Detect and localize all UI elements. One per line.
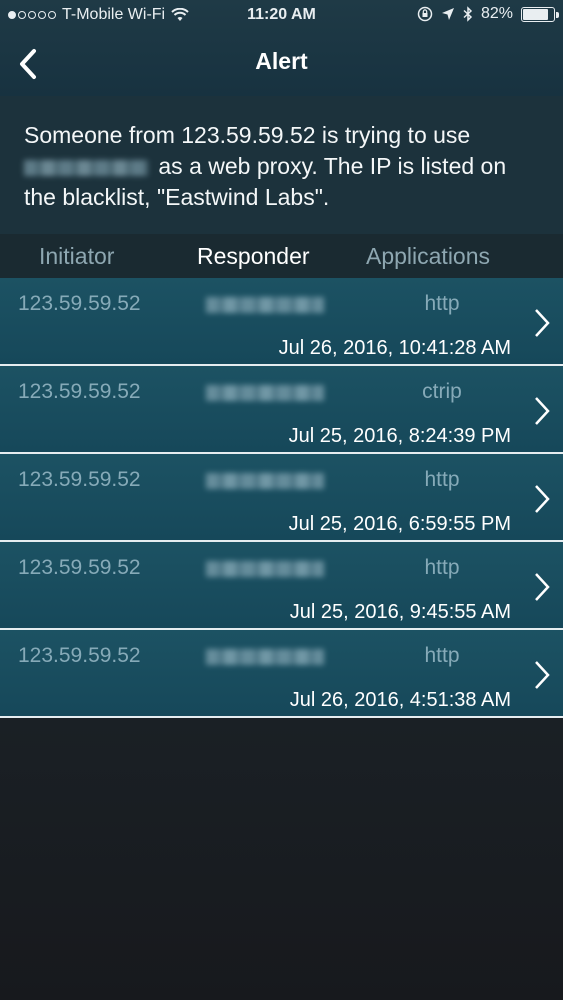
header: T-Mobile Wi-Fi 11:20 AM 82% Alert xyxy=(0,0,563,96)
row-responder-redacted xyxy=(206,473,324,489)
row-initiator: 123.59.59.52 xyxy=(18,380,141,403)
row-date: Jul 25, 2016, 9:45:55 AM xyxy=(289,601,511,623)
column-responder[interactable]: Responder xyxy=(197,243,310,270)
chevron-right-icon xyxy=(535,573,550,601)
row-initiator: 123.59.59.52 xyxy=(18,644,141,667)
table-row[interactable]: 123.59.59.52 http Jul 25, 2016, 9:45:55 … xyxy=(0,542,563,630)
table-row[interactable]: 123.59.59.52 http Jul 26, 2016, 4:51:38 … xyxy=(0,630,563,718)
status-bar: T-Mobile Wi-Fi 11:20 AM 82% xyxy=(0,0,563,32)
column-headers: Initiator Responder Applications xyxy=(0,234,563,278)
page-title: Alert xyxy=(255,48,308,74)
battery-percent: 82% xyxy=(480,5,513,22)
column-applications[interactable]: Applications xyxy=(366,243,490,270)
alert-message-line1: Someone from 123.59.59.52 is trying to u… xyxy=(24,122,471,148)
row-date: Jul 25, 2016, 8:24:39 PM xyxy=(288,425,511,447)
status-right: 82% xyxy=(417,5,559,23)
row-initiator: 123.59.59.52 xyxy=(18,292,141,315)
row-initiator: 123.59.59.52 xyxy=(18,468,141,491)
redacted-ip xyxy=(24,159,148,176)
table-row[interactable]: 123.59.59.52 ctrip Jul 25, 2016, 8:24:39… xyxy=(0,366,563,454)
battery-level xyxy=(523,8,548,20)
alert-message: Someone from 123.59.59.52 is trying to u… xyxy=(0,96,563,234)
chevron-right-icon xyxy=(535,485,550,513)
row-application: ctrip xyxy=(422,380,462,403)
alert-list: 123.59.59.52 http Jul 26, 2016, 10:41:28… xyxy=(0,278,563,718)
table-row[interactable]: 123.59.59.52 http Jul 25, 2016, 6:59:55 … xyxy=(0,454,563,542)
table-row[interactable]: 123.59.59.52 http Jul 26, 2016, 10:41:28… xyxy=(0,278,563,366)
row-application: http xyxy=(424,468,460,491)
chevron-right-icon xyxy=(535,397,550,425)
row-responder-redacted xyxy=(206,297,324,313)
location-icon xyxy=(441,8,454,20)
row-responder-redacted xyxy=(206,649,324,665)
row-date: Jul 25, 2016, 6:59:55 PM xyxy=(288,513,511,535)
chevron-right-icon xyxy=(535,661,550,689)
row-responder-redacted xyxy=(206,561,324,577)
row-date: Jul 26, 2016, 4:51:38 AM xyxy=(289,689,511,711)
row-application: http xyxy=(424,644,460,667)
column-initiator[interactable]: Initiator xyxy=(39,243,114,270)
row-application: http xyxy=(424,556,460,579)
row-application: http xyxy=(424,292,460,315)
row-responder-redacted xyxy=(206,385,324,401)
row-initiator: 123.59.59.52 xyxy=(18,556,141,579)
chevron-right-icon xyxy=(535,309,550,337)
bluetooth-icon xyxy=(463,6,473,22)
rotation-lock-icon xyxy=(417,6,433,22)
row-date: Jul 26, 2016, 10:41:28 AM xyxy=(278,337,511,359)
battery-icon xyxy=(521,6,559,22)
